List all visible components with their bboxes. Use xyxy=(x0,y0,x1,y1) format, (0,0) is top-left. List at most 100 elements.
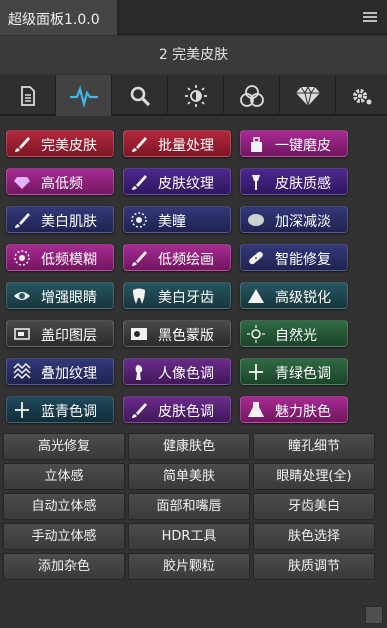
skin-tool-label: 皮肤纹理 xyxy=(158,176,214,192)
skin-tool-label: 蓝青色调 xyxy=(41,404,97,420)
brush-icon xyxy=(130,401,148,419)
action-button[interactable]: 瞳孔细节 xyxy=(253,433,375,460)
action-button[interactable]: 牙齿美白 xyxy=(253,493,375,520)
pulse-icon xyxy=(69,84,98,107)
brightness-icon xyxy=(184,84,207,107)
skin-tool-button[interactable]: 高级锐化 xyxy=(240,282,348,309)
skin-tool-button[interactable]: 批量处理 xyxy=(123,130,231,157)
skin-tool-label: 自然光 xyxy=(275,328,317,344)
panel-menu-icon[interactable] xyxy=(363,12,377,23)
sun-icon xyxy=(247,325,265,343)
skin-tool-label: 增强眼睛 xyxy=(41,290,97,306)
skin-tool-button[interactable]: 低频绘画 xyxy=(123,244,231,271)
skin-tool-label: 叠加纹理 xyxy=(41,366,97,382)
action-button[interactable]: 简单美肤 xyxy=(128,463,250,490)
action-button[interactable]: 健康肤色 xyxy=(128,433,250,460)
crosshair-icon xyxy=(13,401,31,419)
skin-tool-label: 青绿色调 xyxy=(275,366,331,382)
triangle-icon xyxy=(247,287,265,305)
skin-tool-button[interactable]: 皮肤质感 xyxy=(240,168,348,195)
stamp-icon xyxy=(13,325,31,343)
skin-tool-button[interactable]: 一键磨皮 xyxy=(240,130,348,157)
tooth-icon xyxy=(130,287,148,305)
skin-tool-button[interactable]: 智能修复 xyxy=(240,244,348,271)
blob-icon xyxy=(247,211,265,229)
action-button[interactable]: 自动立体感 xyxy=(3,493,125,520)
portrait-icon xyxy=(130,363,148,381)
skin-tool-label: 智能修复 xyxy=(275,252,331,268)
action-button[interactable]: 面部和嘴唇 xyxy=(128,493,250,520)
skin-tool-label: 皮肤质感 xyxy=(275,176,331,192)
action-button[interactable]: HDR工具 xyxy=(128,523,250,550)
skin-tool-button[interactable]: 加深减淡 xyxy=(240,206,348,233)
skin-tool-button[interactable]: 皮肤色调 xyxy=(123,396,231,423)
skin-tool-button[interactable]: 低频模糊 xyxy=(6,244,114,271)
action-button[interactable]: 眼睛处理(全) xyxy=(253,463,375,490)
skin-tool-label: 一键磨皮 xyxy=(275,138,331,154)
texture-icon xyxy=(13,362,31,381)
action-button[interactable]: 胶片颗粒 xyxy=(128,553,250,580)
skin-tool-label: 低频绘画 xyxy=(158,252,214,268)
skin-tool-button[interactable]: 美白牙齿 xyxy=(123,282,231,309)
document-icon xyxy=(20,85,35,106)
eye-ring-icon xyxy=(13,249,31,267)
tab-search[interactable] xyxy=(112,75,168,116)
skin-tool-button[interactable]: 青绿色调 xyxy=(240,358,348,385)
skin-tool-button[interactable]: 自然光 xyxy=(240,320,348,347)
color-circles-icon xyxy=(239,84,264,107)
skin-tool-label: 美瞳 xyxy=(158,214,186,230)
skin-tool-button[interactable]: 黑色蒙版 xyxy=(123,320,231,347)
action-button[interactable]: 立体感 xyxy=(3,463,125,490)
skin-tool-label: 加深减淡 xyxy=(275,214,331,230)
skin-tool-label: 高低频 xyxy=(41,176,83,192)
skin-tool-button[interactable]: 叠加纹理 xyxy=(6,358,114,385)
panel-tab[interactable]: 超级面板1.0.0 xyxy=(0,0,118,35)
skin-tool-button[interactable]: 美瞳 xyxy=(123,206,231,233)
action-button[interactable]: 高光修复 xyxy=(3,433,125,460)
tab-settings[interactable] xyxy=(336,75,387,116)
skin-tool-button[interactable]: 蓝青色调 xyxy=(6,396,114,423)
action-button[interactable]: 肤色选择 xyxy=(253,523,375,550)
brush-icon xyxy=(13,135,31,153)
skin-tool-button[interactable]: 高低频 xyxy=(6,168,114,195)
tab-pulse[interactable] xyxy=(56,75,112,116)
tab-bar xyxy=(0,75,387,116)
skin-tool-button[interactable]: 盖印图层 xyxy=(6,320,114,347)
skin-tool-button[interactable]: 人像色调 xyxy=(123,358,231,385)
panel-title: 超级面板1.0.0 xyxy=(8,12,100,28)
brush-icon xyxy=(130,249,148,267)
diamond-icon xyxy=(295,85,320,106)
skin-tool-label: 高级锐化 xyxy=(275,290,331,306)
brush-icon xyxy=(13,211,31,229)
eye-ring-icon xyxy=(130,211,148,229)
skin-tool-button[interactable]: 完美皮肤 xyxy=(6,130,114,157)
tab-document[interactable] xyxy=(0,75,56,116)
settings-gear-icon xyxy=(352,88,371,104)
skin-tool-label: 美白肌肤 xyxy=(41,214,97,230)
resize-handle[interactable] xyxy=(365,606,383,624)
skin-tool-label: 完美皮肤 xyxy=(41,138,97,154)
tool-icon xyxy=(247,173,265,191)
skin-tool-label: 批量处理 xyxy=(158,138,214,154)
tab-diamond[interactable] xyxy=(280,75,336,116)
skin-tool-label: 盖印图层 xyxy=(41,328,97,344)
title-bar: 超级面板1.0.0 xyxy=(0,0,387,35)
mask-icon xyxy=(130,325,148,343)
action-button[interactable]: 肤质调节 xyxy=(253,553,375,580)
skin-tool-button[interactable]: 魅力肤色 xyxy=(240,396,348,423)
bandage-icon xyxy=(247,249,265,267)
action-button[interactable]: 添加杂色 xyxy=(3,553,125,580)
skin-tool-label: 低频模糊 xyxy=(41,252,97,268)
tab-color-circles[interactable] xyxy=(224,75,280,116)
skin-tool-label: 黑色蒙版 xyxy=(158,328,214,344)
skin-tool-label: 美白牙齿 xyxy=(158,290,214,306)
brush-icon xyxy=(130,173,148,191)
action-button[interactable]: 手动立体感 xyxy=(3,523,125,550)
tab-brightness[interactable] xyxy=(168,75,224,116)
crosshair-icon xyxy=(247,363,265,381)
skin-tool-button[interactable]: 皮肤纹理 xyxy=(123,168,231,195)
skin-tool-button[interactable]: 美白肌肤 xyxy=(6,206,114,233)
skin-tool-button[interactable]: 增强眼睛 xyxy=(6,282,114,309)
gem-icon xyxy=(13,173,31,191)
skin-tool-label: 人像色调 xyxy=(158,366,214,382)
